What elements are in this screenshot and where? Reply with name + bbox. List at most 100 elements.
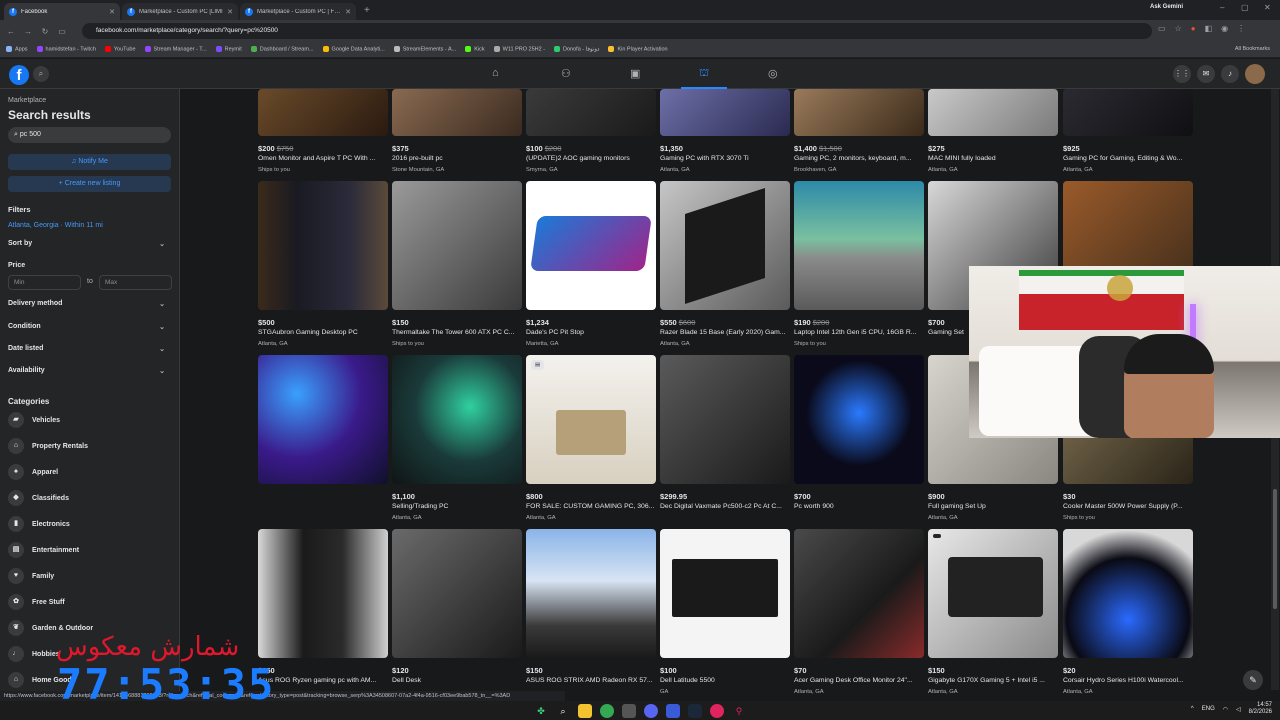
condition-dropdown[interactable]: Condition ⌄ — [8, 323, 171, 331]
max-price-input[interactable]: Max — [99, 275, 172, 290]
friends-icon[interactable]: ⚇ — [561, 67, 571, 80]
wifi-icon[interactable]: ◠ — [1223, 706, 1228, 713]
listing-price: $150 — [928, 666, 945, 675]
listing-title: Acer Gaming Desk Office Monitor 24"... — [794, 677, 913, 684]
listing-location: Ships to you — [794, 341, 826, 347]
bookmark-kick[interactable]: Kick — [465, 46, 485, 53]
discord-icon[interactable] — [644, 703, 658, 718]
notify-me-button[interactable]: ♫ Notify Me — [8, 154, 171, 170]
bookmark-twitch[interactable]: hamidstefan - Twitch — [36, 46, 96, 53]
category-label: Family — [32, 572, 55, 580]
tab-search-icon[interactable]: ▭ — [56, 27, 68, 36]
create-listing-button[interactable]: + Create new listing — [8, 176, 171, 192]
listing-photo — [526, 181, 656, 310]
file-explorer-icon[interactable] — [578, 703, 592, 718]
home-goods-icon: ⌂ — [8, 672, 24, 688]
maximize-icon[interactable]: ▢ — [1241, 3, 1249, 12]
tag-icon: ◆ — [8, 490, 24, 506]
date-listed-dropdown[interactable]: Date listed ⌄ — [8, 345, 171, 353]
location-filter[interactable]: Atlanta, Georgia · Within 11 mi — [8, 222, 103, 229]
ea-icon[interactable] — [666, 703, 680, 718]
extension-icon[interactable]: ● — [1191, 24, 1196, 33]
category-entertainment[interactable]: ▤ Entertainment — [8, 542, 79, 558]
notify-label: Notify Me — [78, 158, 108, 165]
bookmark-google-data[interactable]: Google Data Analyti... — [322, 46, 385, 53]
bookmark-kin-player[interactable]: Kin Player Activation — [608, 46, 668, 53]
scrollbar-thumb[interactable] — [1273, 489, 1277, 609]
notifications-icon[interactable]: ♪ — [1221, 65, 1239, 83]
ask-gemini-button[interactable]: Ask Gemini — [1150, 4, 1183, 10]
close-tab-icon[interactable]: ✕ — [227, 8, 233, 16]
new-message-icon[interactable]: ✎ — [1243, 670, 1263, 690]
watch-icon[interactable]: ▣ — [630, 67, 640, 80]
availability-dropdown[interactable]: Availability ⌄ — [8, 367, 171, 375]
messenger-icon[interactable]: ✉ — [1197, 65, 1215, 83]
bookmark-youtube[interactable]: YouTube — [104, 46, 136, 53]
home-icon[interactable]: ⌂ — [492, 67, 499, 79]
category-property-rentals[interactable]: ⌂ Property Rentals — [8, 438, 88, 454]
browser-tab-marketplace-2[interactable]: f Marketplace - Custom PC | Face ✕ — [240, 3, 356, 20]
breadcrumb[interactable]: Marketplace — [8, 97, 46, 104]
tab-title: Marketplace - Custom PC | Face — [257, 8, 342, 15]
save-icon[interactable]: ▤ — [531, 360, 545, 370]
close-tab-icon[interactable]: ✕ — [345, 8, 351, 16]
browser-tab-facebook[interactable]: f Facebook ✕ — [4, 3, 120, 20]
cast-icon[interactable]: ▭ — [1158, 24, 1166, 33]
bookmark-dashboard[interactable]: Dashboard / Stream... — [250, 46, 314, 53]
widgets-icon[interactable]: ✤ — [534, 704, 548, 718]
search-input[interactable]: ⌕ pc 500 — [8, 127, 171, 143]
steam-icon[interactable] — [688, 703, 702, 718]
min-price-input[interactable]: Min — [8, 275, 81, 290]
minimize-icon[interactable]: – — [1220, 3, 1224, 12]
category-free-stuff[interactable]: ✿ Free Stuff — [8, 594, 65, 610]
language-indicator[interactable]: ENG — [1202, 706, 1215, 712]
folder-icon — [608, 46, 615, 53]
profile-icon[interactable]: ◉ — [1221, 24, 1228, 33]
bookmark-star-icon[interactable]: ☆ — [1175, 24, 1182, 33]
category-electronics[interactable]: ▮ Electronics — [8, 516, 70, 532]
menu-grid-icon[interactable]: ⋮⋮ — [1173, 65, 1191, 83]
price-text: $1,400 — [794, 144, 817, 153]
back-icon[interactable]: ← — [5, 27, 17, 36]
browser-tab-marketplace-1[interactable]: f Marketplace - Custom PC [LIMI ✕ — [122, 3, 238, 20]
bookmark-donofa[interactable]: Donofa - دونوفا — [554, 46, 599, 53]
marketplace-icon[interactable]: ⛫ — [699, 67, 709, 81]
bookmark-stream-manager[interactable]: Stream Manager - T... — [144, 46, 207, 53]
category-classifieds[interactable]: ◆ Classifieds — [8, 490, 69, 506]
gaming-icon[interactable]: ◎ — [768, 67, 778, 80]
extensions-icon[interactable]: ◧ — [1205, 24, 1213, 33]
maps-pin-icon[interactable]: ⚲ — [732, 704, 746, 718]
menu-icon[interactable]: ⋮ — [1237, 24, 1245, 33]
category-family[interactable]: ♥ Family — [8, 568, 55, 584]
url-field[interactable]: facebook.com/marketplace/category/search… — [82, 23, 1152, 39]
sort-by-dropdown[interactable]: Sort by ⌄ — [8, 240, 171, 248]
bookmark-apps[interactable]: Apps — [6, 46, 28, 53]
new-tab-icon[interactable]: + — [364, 5, 370, 16]
listing-location: Atlanta, GA — [258, 341, 288, 347]
tray-chevron-icon[interactable]: ^ — [1191, 706, 1194, 712]
delivery-method-dropdown[interactable]: Delivery method ⌄ — [8, 300, 171, 308]
reload-icon[interactable]: ↻ — [39, 27, 51, 36]
chrome-icon[interactable] — [600, 703, 614, 718]
account-avatar[interactable] — [1245, 64, 1265, 84]
category-vehicles[interactable]: ▰ Vehicles — [8, 412, 60, 428]
category-apparel[interactable]: ♠ Apparel — [8, 464, 58, 480]
tray-clock[interactable]: 14:57 8/2/2026 — [1249, 702, 1272, 716]
all-bookmarks[interactable]: All Bookmarks — [1235, 46, 1270, 52]
facebook-logo[interactable]: f — [9, 65, 29, 85]
forward-icon[interactable]: → — [22, 27, 34, 36]
house-icon: ⌂ — [8, 438, 24, 454]
bookmark-reymit[interactable]: Reymit — [215, 46, 242, 53]
category-label: Free Stuff — [32, 598, 65, 606]
search-icon[interactable]: ⌕ — [556, 704, 570, 718]
listing-location: GA — [660, 689, 669, 695]
close-window-icon[interactable]: ✕ — [1264, 3, 1271, 12]
search-icon[interactable]: ⌕ — [33, 66, 49, 82]
app-icon[interactable] — [622, 703, 636, 718]
category-hobbies[interactable]: ♩ Hobbies — [8, 646, 60, 662]
close-tab-icon[interactable]: ✕ — [109, 8, 115, 16]
bookmark-w11-pro[interactable]: W11 PRO 25H2 - — [493, 46, 545, 53]
volume-icon[interactable]: ◁ — [1236, 706, 1241, 713]
media-player-icon[interactable] — [710, 703, 724, 718]
bookmark-streamelements[interactable]: StreamElements - A... — [393, 46, 456, 53]
